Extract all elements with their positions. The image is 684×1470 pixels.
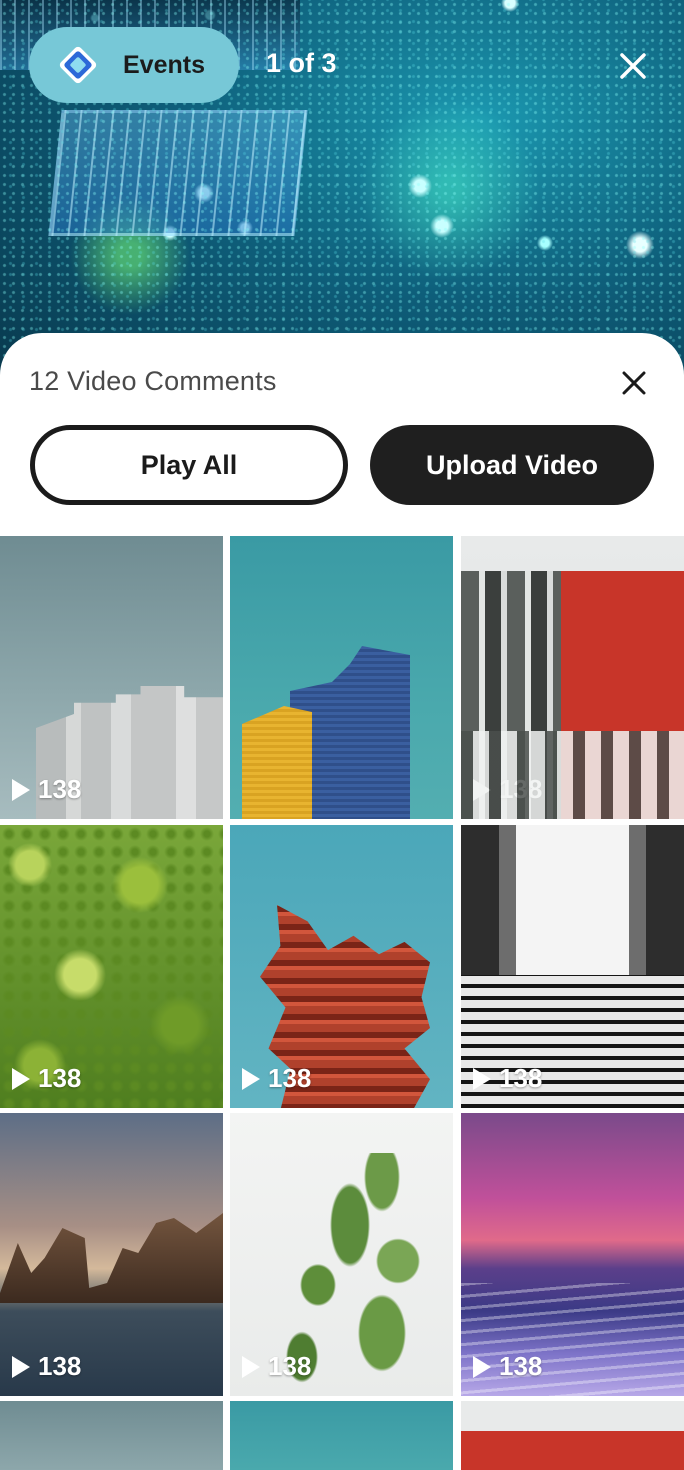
play-icon: [242, 778, 260, 801]
play-icon: [12, 778, 30, 801]
upload-video-button[interactable]: Upload Video: [370, 425, 654, 505]
video-tile[interactable]: [0, 1401, 223, 1470]
play-icon: [473, 1355, 491, 1378]
play-count: 138: [242, 774, 311, 805]
play-icon: [12, 1355, 30, 1378]
video-tile[interactable]: 138: [461, 536, 684, 819]
video-tile[interactable]: 138: [0, 536, 223, 819]
play-icon: [242, 1067, 260, 1090]
play-count-value: 138: [499, 774, 543, 804]
play-count: 138: [12, 1063, 81, 1094]
close-sheet-icon[interactable]: [614, 363, 654, 403]
play-count: 138: [12, 1351, 81, 1382]
play-count: 138: [473, 774, 542, 805]
events-pill-button[interactable]: Events: [29, 27, 239, 103]
video-tile[interactable]: 138: [461, 1113, 684, 1396]
play-count-value: 138: [38, 1351, 82, 1381]
video-tile[interactable]: 138: [230, 825, 453, 1108]
play-count: 138: [473, 1063, 542, 1094]
play-count-value: 138: [268, 1063, 312, 1093]
play-icon: [242, 1355, 260, 1378]
sheet-title: 12 Video Comments: [29, 366, 277, 396]
play-count-value: 138: [38, 1063, 82, 1093]
video-tile[interactable]: 138: [461, 825, 684, 1108]
play-count: 138: [242, 1351, 311, 1382]
video-tile[interactable]: 138: [230, 536, 453, 819]
play-icon: [12, 1067, 30, 1090]
play-count: 138: [473, 1351, 542, 1382]
play-count: 138: [242, 1063, 311, 1094]
play-count-value: 138: [268, 774, 312, 804]
video-tile[interactable]: 138: [0, 1113, 223, 1396]
video-tile[interactable]: [230, 1401, 453, 1470]
play-count-value: 138: [499, 1351, 543, 1381]
page-counter: 1 of 3: [266, 48, 337, 78]
play-icon: [473, 1067, 491, 1090]
play-all-button[interactable]: Play All: [30, 425, 348, 505]
play-count: 138: [12, 774, 81, 805]
video-tile[interactable]: [461, 1401, 684, 1470]
video-tile[interactable]: 138: [0, 825, 223, 1108]
video-tile[interactable]: 138: [230, 1113, 453, 1396]
play-count-value: 138: [499, 1063, 543, 1093]
diamond-icon: [55, 42, 101, 88]
close-icon[interactable]: [612, 45, 654, 87]
play-icon: [473, 778, 491, 801]
events-label: Events: [123, 50, 205, 79]
play-count-value: 138: [268, 1351, 312, 1381]
play-count-value: 138: [38, 774, 82, 804]
